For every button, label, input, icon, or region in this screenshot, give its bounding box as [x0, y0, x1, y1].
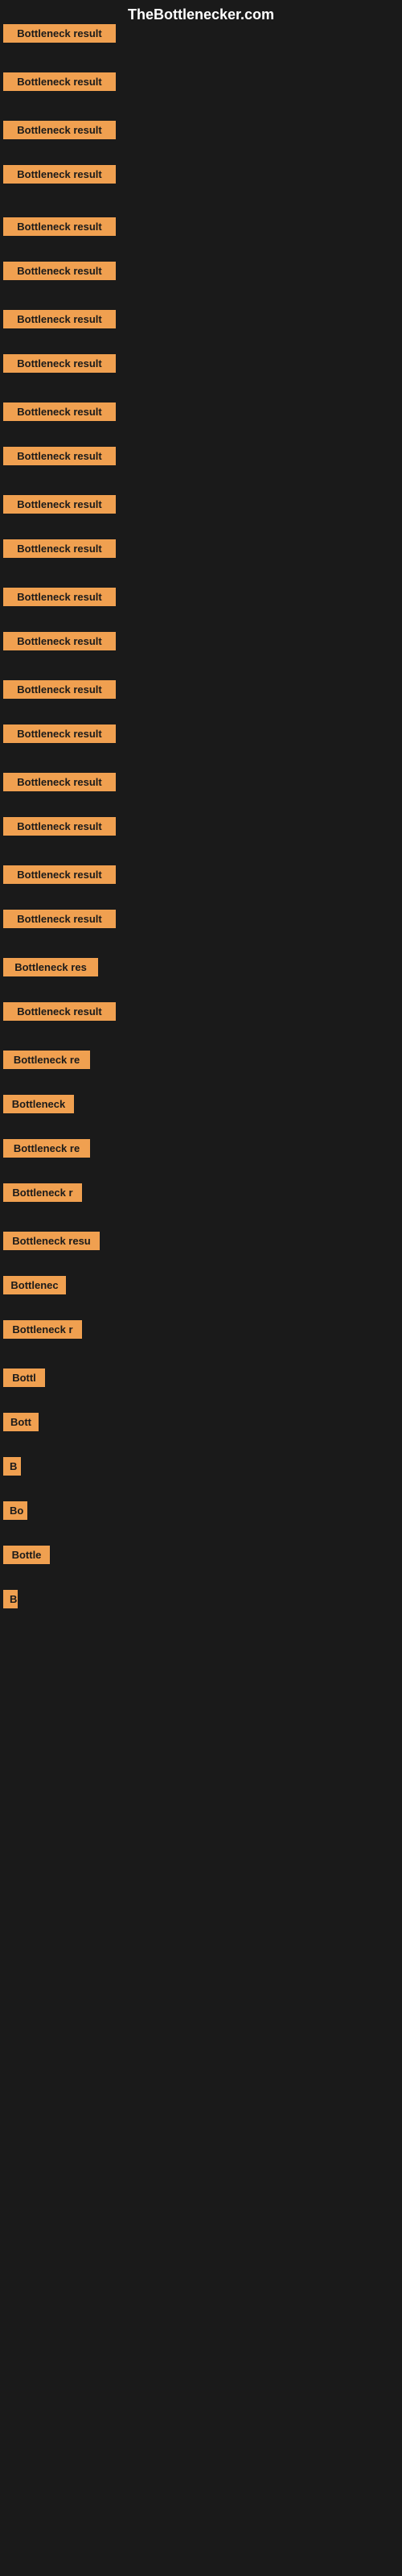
bottleneck-result-button-12[interactable]: Bottleneck result — [3, 539, 116, 558]
bottleneck-result-button-8[interactable]: Bottleneck result — [3, 354, 116, 373]
bottleneck-result-button-17[interactable]: Bottleneck result — [3, 773, 116, 791]
bottleneck-result-button-2[interactable]: Bottleneck result — [3, 72, 116, 91]
bottleneck-result-button-6[interactable]: Bottleneck result — [3, 262, 116, 280]
bottleneck-result-button-24[interactable]: Bottleneck — [3, 1095, 74, 1113]
bottleneck-result-button-15[interactable]: Bottleneck result — [3, 680, 116, 699]
bottleneck-result-button-21[interactable]: Bottleneck res — [3, 958, 98, 976]
bottleneck-result-button-23[interactable]: Bottleneck re — [3, 1051, 90, 1069]
bottleneck-result-button-27[interactable]: Bottleneck resu — [3, 1232, 100, 1250]
site-title: TheBottlenecker.com — [128, 6, 274, 23]
bottleneck-result-button-29[interactable]: Bottleneck r — [3, 1320, 82, 1339]
bottleneck-result-button-30[interactable]: Bottl — [3, 1368, 45, 1387]
bottleneck-result-button-13[interactable]: Bottleneck result — [3, 588, 116, 606]
bottleneck-result-button-31[interactable]: Bott — [3, 1413, 39, 1431]
bottleneck-result-button-33[interactable]: Bo — [3, 1501, 27, 1520]
bottleneck-result-button-1[interactable]: Bottleneck result — [3, 24, 116, 43]
bottleneck-result-button-22[interactable]: Bottleneck result — [3, 1002, 116, 1021]
bottleneck-result-button-14[interactable]: Bottleneck result — [3, 632, 116, 650]
bottleneck-result-button-11[interactable]: Bottleneck result — [3, 495, 116, 514]
bottleneck-result-button-18[interactable]: Bottleneck result — [3, 817, 116, 836]
bottleneck-result-button-34[interactable]: Bottle — [3, 1546, 50, 1564]
bottleneck-result-button-5[interactable]: Bottleneck result — [3, 217, 116, 236]
bottleneck-result-button-4[interactable]: Bottleneck result — [3, 165, 116, 184]
bottleneck-result-button-26[interactable]: Bottleneck r — [3, 1183, 82, 1202]
bottleneck-result-button-32[interactable]: B — [3, 1457, 21, 1476]
bottleneck-result-button-28[interactable]: Bottlenec — [3, 1276, 66, 1294]
bottleneck-result-button-10[interactable]: Bottleneck result — [3, 447, 116, 465]
bottleneck-result-button-20[interactable]: Bottleneck result — [3, 910, 116, 928]
bottleneck-result-button-7[interactable]: Bottleneck result — [3, 310, 116, 328]
bottleneck-result-button-16[interactable]: Bottleneck result — [3, 724, 116, 743]
bottleneck-result-button-35[interactable]: B — [3, 1590, 18, 1608]
bottleneck-result-button-25[interactable]: Bottleneck re — [3, 1139, 90, 1158]
bottleneck-result-button-19[interactable]: Bottleneck result — [3, 865, 116, 884]
bottleneck-result-button-9[interactable]: Bottleneck result — [3, 402, 116, 421]
bottleneck-result-button-3[interactable]: Bottleneck result — [3, 121, 116, 139]
